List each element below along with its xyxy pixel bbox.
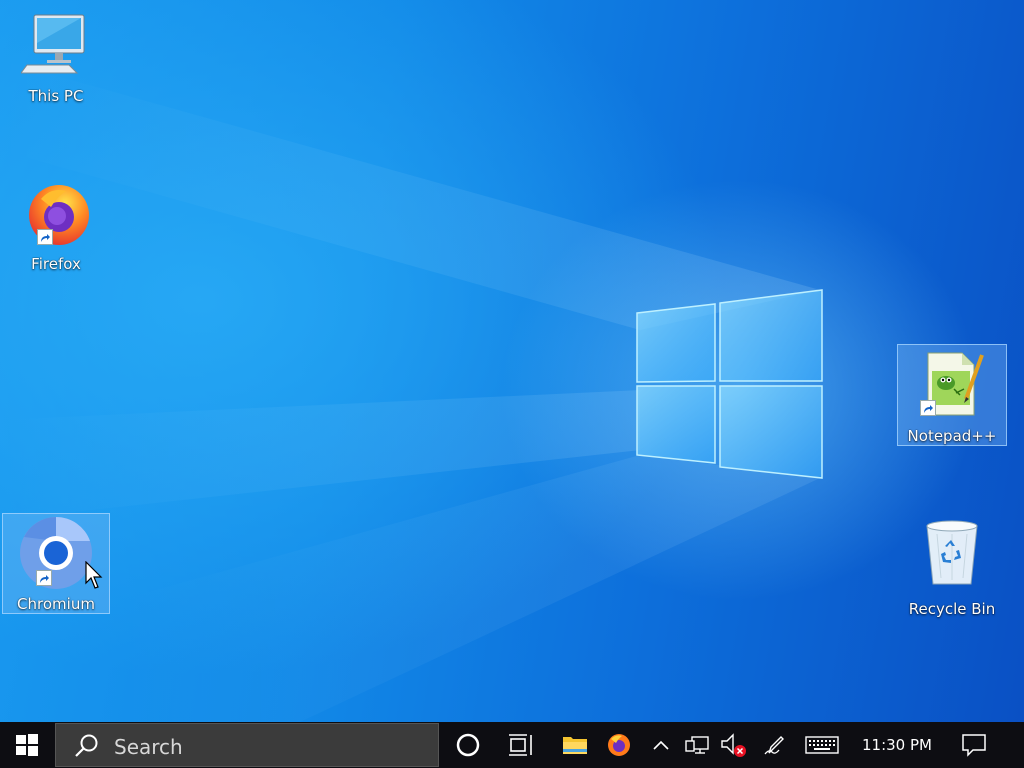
network-button[interactable] — [680, 722, 714, 768]
keyboard-icon — [805, 736, 839, 754]
desktop-icon-label: Recycle Bin — [908, 600, 996, 618]
volume-muted-icon — [721, 733, 746, 757]
task-view-icon — [509, 734, 532, 756]
recycle-bin-icon — [926, 520, 978, 585]
shortcut-arrow-icon — [920, 400, 936, 416]
search-input[interactable]: Search — [55, 723, 439, 767]
computer-icon — [21, 14, 85, 74]
taskbar: Search 11:30 PM — [0, 722, 1024, 768]
desktop-icon-label: Notepad++ — [907, 427, 997, 445]
network-icon — [685, 736, 709, 754]
task-view-button[interactable] — [499, 722, 543, 768]
mouse-cursor-icon — [85, 561, 103, 589]
desktop-icon-label: Chromium — [17, 595, 95, 613]
search-icon — [75, 734, 98, 757]
windows-logo-icon — [16, 734, 38, 756]
shortcut-arrow-icon — [37, 229, 53, 245]
action-center-button[interactable] — [950, 722, 998, 768]
desktop-icon-label: Firefox — [31, 255, 81, 273]
desktop[interactable]: This PC Firefox Chromium Notepad++ Recyc… — [0, 0, 1024, 722]
pen-workspace-button[interactable] — [758, 722, 792, 768]
desktop-icon-notepadpp[interactable]: Notepad++ — [897, 344, 1007, 446]
chevron-up-icon — [653, 740, 669, 750]
volume-button[interactable] — [716, 722, 750, 768]
pen-icon — [764, 736, 784, 755]
wallpaper — [0, 60, 823, 722]
desktop-icon-firefox[interactable]: Firefox — [2, 176, 110, 276]
firefox-icon — [29, 185, 89, 245]
desktop-icon-recycle-bin[interactable]: Recycle Bin — [897, 513, 1007, 618]
desktop-icon-label: This PC — [28, 87, 84, 105]
chromium-icon — [20, 516, 92, 589]
shortcut-arrow-icon — [36, 570, 52, 586]
clock[interactable]: 11:30 PM — [852, 722, 942, 768]
cortana-button[interactable] — [446, 722, 490, 768]
search-placeholder: Search — [114, 735, 183, 759]
folder-icon — [563, 737, 587, 754]
cortana-icon — [456, 733, 480, 757]
taskbar-file-explorer[interactable] — [554, 722, 596, 768]
tray-overflow-button[interactable] — [648, 722, 674, 768]
windows-wallpaper-logo — [636, 289, 823, 479]
taskbar-firefox[interactable] — [598, 722, 640, 768]
touch-keyboard-button[interactable] — [800, 722, 844, 768]
start-button[interactable] — [0, 722, 54, 768]
firefox-icon — [608, 734, 630, 756]
action-center-icon — [962, 734, 986, 757]
desktop-icon-this-pc[interactable]: This PC — [2, 8, 110, 108]
